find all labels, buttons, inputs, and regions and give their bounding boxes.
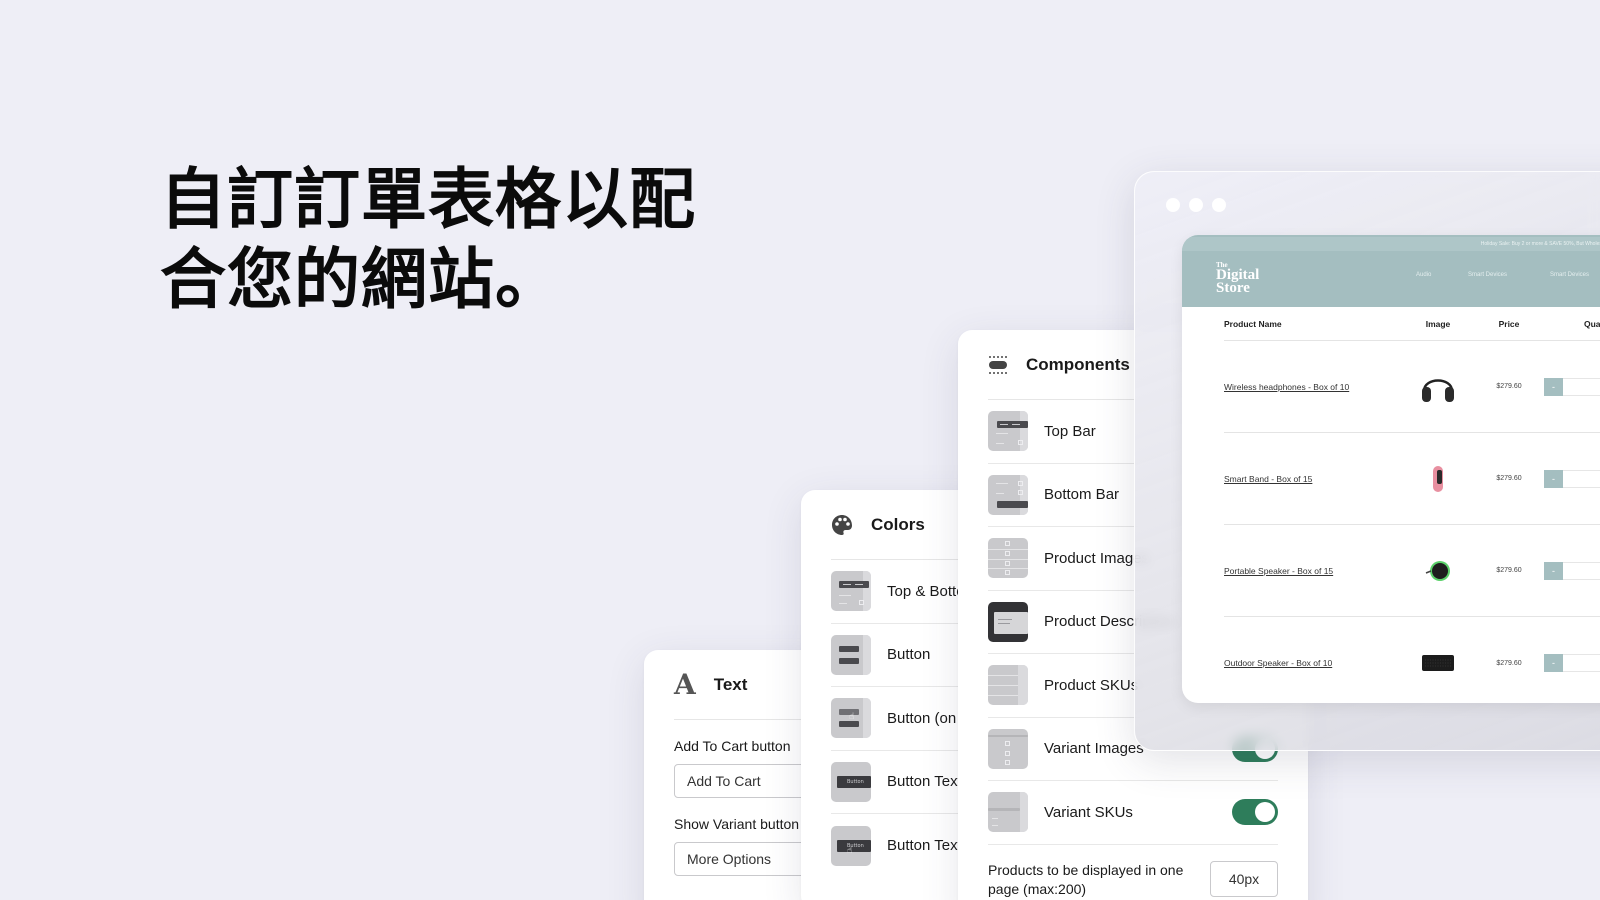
button-hover-thumbnail-icon: ☝ bbox=[831, 698, 871, 739]
product-row: Portable Speaker - Box of 15 $279.60 - bbox=[1224, 525, 1600, 617]
outdoor-speaker-image-icon bbox=[1402, 653, 1474, 673]
top-bottom-bar-thumbnail-icon bbox=[831, 571, 871, 612]
quantity-minus-button[interactable]: - bbox=[1544, 561, 1563, 580]
per-page-setting: Products to be displayed in one page (ma… bbox=[988, 845, 1278, 900]
product-images-thumbnail-icon bbox=[988, 538, 1028, 579]
product-row: Outdoor Speaker - Box of 10 $279.60 - bbox=[1224, 617, 1600, 703]
product-skus-thumbnail-icon bbox=[988, 665, 1028, 706]
store-nav-smart-devices[interactable]: Smart Devices bbox=[1468, 272, 1507, 278]
colors-item-label: Button Text bbox=[887, 773, 962, 791]
per-page-input[interactable]: 40px bbox=[1210, 860, 1278, 897]
colors-item-label: Button bbox=[887, 646, 931, 664]
quantity-input[interactable] bbox=[1563, 377, 1600, 396]
window-dot-icon bbox=[1166, 198, 1180, 212]
quantity-minus-button[interactable]: - bbox=[1544, 469, 1563, 488]
product-price: $279.60 bbox=[1496, 475, 1522, 482]
product-row: Wireless headphones - Box of 10 $279.60 … bbox=[1224, 341, 1600, 433]
store-nav-smart-devices-2[interactable]: Smart Devices bbox=[1550, 272, 1589, 278]
smart-band-image-icon bbox=[1402, 464, 1474, 494]
portable-speaker-image-icon bbox=[1402, 559, 1474, 583]
colors-panel-title: Colors bbox=[871, 514, 925, 534]
components-icon bbox=[988, 355, 1008, 375]
quantity-stepper[interactable]: - bbox=[1544, 654, 1600, 672]
variant-skus-toggle[interactable] bbox=[1232, 799, 1278, 826]
col-product-name: Product Name bbox=[1224, 318, 1282, 329]
product-table-header: Product Name Image Price Qua bbox=[1224, 307, 1600, 341]
component-item-label: Bottom Bar bbox=[1044, 486, 1120, 504]
page-headline: 自訂訂單表格以配 合您的網站。 bbox=[160, 160, 696, 320]
product-price: $279.60 bbox=[1496, 659, 1522, 667]
product-link[interactable]: Smart Band - Box of 15 bbox=[1224, 473, 1402, 485]
window-dot-icon bbox=[1189, 198, 1203, 212]
component-item-label: Top Bar bbox=[1044, 422, 1096, 440]
palette-icon bbox=[831, 514, 853, 536]
button-thumbnail-icon bbox=[831, 634, 871, 675]
bottom-bar-thumbnail-icon bbox=[988, 474, 1028, 515]
col-quantity: Qua bbox=[1584, 318, 1600, 329]
quantity-input[interactable] bbox=[1563, 561, 1600, 580]
store-header: Holiday Sale: Buy 2 or more & SAVE 50%, … bbox=[1182, 235, 1600, 307]
store-promo-bar: Holiday Sale: Buy 2 or more & SAVE 50%, … bbox=[1182, 237, 1600, 251]
store-logo: The Digital Store bbox=[1216, 261, 1260, 296]
quantity-stepper[interactable]: - bbox=[1544, 561, 1600, 580]
top-bar-thumbnail-icon bbox=[988, 411, 1028, 452]
product-link[interactable]: Outdoor Speaker - Box of 10 bbox=[1224, 657, 1402, 669]
window-dot-icon bbox=[1212, 198, 1226, 212]
per-page-label: Products to be displayed in one page (ma… bbox=[988, 861, 1184, 897]
product-row: Smart Band - Box of 15 $279.60 - bbox=[1224, 433, 1600, 525]
store-nav-audio[interactable]: Audio bbox=[1416, 272, 1431, 278]
component-item-label: Product SKUs bbox=[1044, 676, 1139, 694]
button-text-hover-thumbnail-icon: Button ☝ bbox=[831, 825, 871, 866]
store-preview: Holiday Sale: Buy 2 or more & SAVE 50%, … bbox=[1182, 235, 1600, 703]
variant-images-thumbnail-icon bbox=[988, 728, 1028, 769]
components-panel-title: Components bbox=[1026, 354, 1130, 374]
quantity-stepper[interactable]: - bbox=[1544, 377, 1600, 396]
quantity-minus-button[interactable]: - bbox=[1544, 654, 1563, 672]
product-link[interactable]: Portable Speaker - Box of 15 bbox=[1224, 565, 1402, 577]
component-item-label: Variant Images bbox=[1044, 740, 1144, 758]
variant-skus-thumbnail-icon bbox=[988, 792, 1028, 833]
product-link[interactable]: Wireless headphones - Box of 10 bbox=[1224, 381, 1360, 393]
headline-line-1: 自訂訂單表格以配 bbox=[160, 161, 696, 238]
quantity-stepper[interactable]: - bbox=[1544, 469, 1600, 488]
headphones-image-icon bbox=[1402, 367, 1474, 407]
col-price: Price bbox=[1498, 318, 1520, 329]
product-price: $279.60 bbox=[1496, 567, 1522, 574]
product-description-thumbnail-icon bbox=[988, 601, 1028, 642]
quantity-minus-button[interactable]: - bbox=[1544, 377, 1563, 396]
quantity-input[interactable] bbox=[1563, 469, 1600, 488]
button-text-thumbnail-icon: Button bbox=[831, 761, 871, 802]
quantity-input[interactable] bbox=[1563, 654, 1600, 672]
text-panel-title: Text bbox=[713, 674, 748, 694]
product-price: $279.60 bbox=[1496, 383, 1522, 390]
component-item-variant-skus[interactable]: Variant SKUs bbox=[988, 781, 1278, 845]
font-letter-a-icon: A bbox=[674, 668, 696, 701]
col-image: Image bbox=[1425, 318, 1451, 329]
component-item-label: Variant SKUs bbox=[1044, 803, 1133, 821]
headline-line-2: 合您的網站。 bbox=[160, 241, 562, 318]
